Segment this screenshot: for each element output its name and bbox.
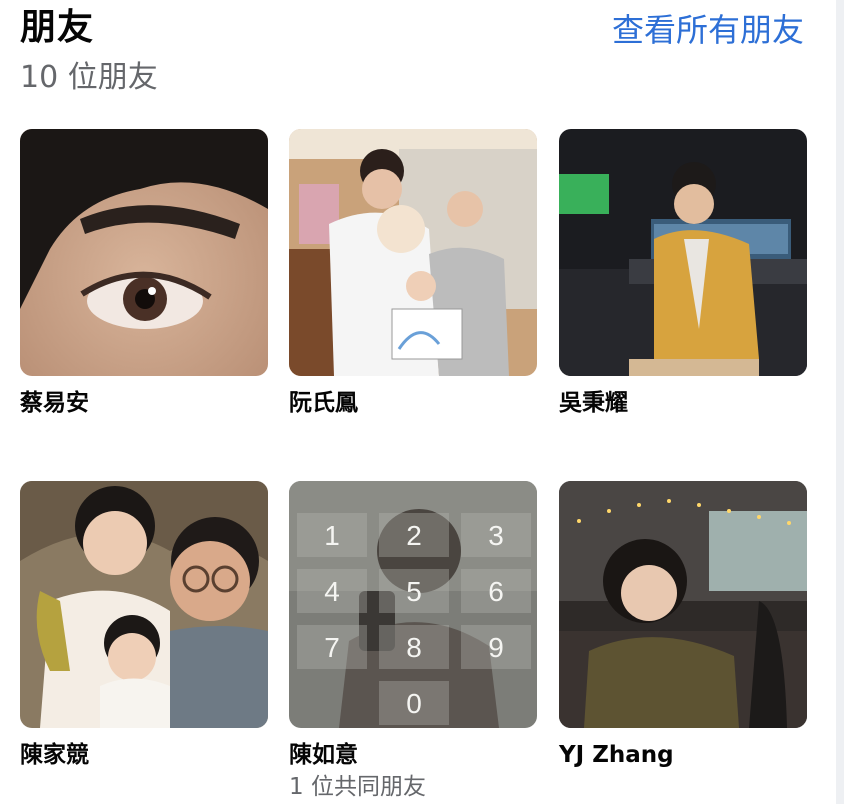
friend-photo[interactable] <box>289 129 537 376</box>
keypad-digit: 0 <box>406 688 422 719</box>
keypad-digit: 6 <box>488 576 504 607</box>
keypad-digit: 9 <box>488 632 504 663</box>
scrollbar-track[interactable] <box>836 0 844 804</box>
keypad-digit: 4 <box>324 576 340 607</box>
friend-photo[interactable] <box>20 129 268 376</box>
friends-section-header: 朋友 10 位朋友 查看所有朋友 <box>20 6 810 98</box>
friend-name[interactable]: YJ Zhang <box>559 740 807 770</box>
see-all-friends-link[interactable]: 查看所有朋友 <box>612 10 804 50</box>
friend-name[interactable]: 蔡易安 <box>20 388 268 418</box>
friend-photo[interactable] <box>20 481 268 728</box>
friend-count: 10 位朋友 <box>20 60 158 95</box>
keypad-digit: 1 <box>324 520 340 551</box>
friend-name[interactable]: 陳如意 <box>289 740 537 770</box>
keypad-digit: 5 <box>406 576 422 607</box>
keypad-digit: 8 <box>406 632 422 663</box>
friend-photo[interactable] <box>559 129 807 376</box>
keypad-digit: 3 <box>488 520 504 551</box>
friend-card[interactable]: 蔡易安 <box>20 129 268 418</box>
friend-name[interactable]: 阮氏鳳 <box>289 388 537 418</box>
friend-card[interactable]: YJ Zhang <box>559 481 807 770</box>
friend-name[interactable]: 吳秉耀 <box>559 388 807 418</box>
friend-name[interactable]: 陳家競 <box>20 740 268 770</box>
keypad-digit: 7 <box>324 632 340 663</box>
friend-photo[interactable]: 1 2 3 4 5 6 7 8 9 0 <box>289 481 537 728</box>
keypad-digit: 2 <box>406 520 422 551</box>
mutual-friends-count: 1 位共同朋友 <box>289 774 426 800</box>
friend-card[interactable]: 阮氏鳳 <box>289 129 537 418</box>
friend-card[interactable]: 吳秉耀 <box>559 129 807 418</box>
section-title: 朋友 <box>20 7 95 48</box>
friend-card[interactable]: 1 2 3 4 5 6 7 8 9 0 陳如意 1 位共同朋友 <box>289 481 537 802</box>
friend-photo[interactable] <box>559 481 807 728</box>
friend-card[interactable]: 陳家競 <box>20 481 268 770</box>
